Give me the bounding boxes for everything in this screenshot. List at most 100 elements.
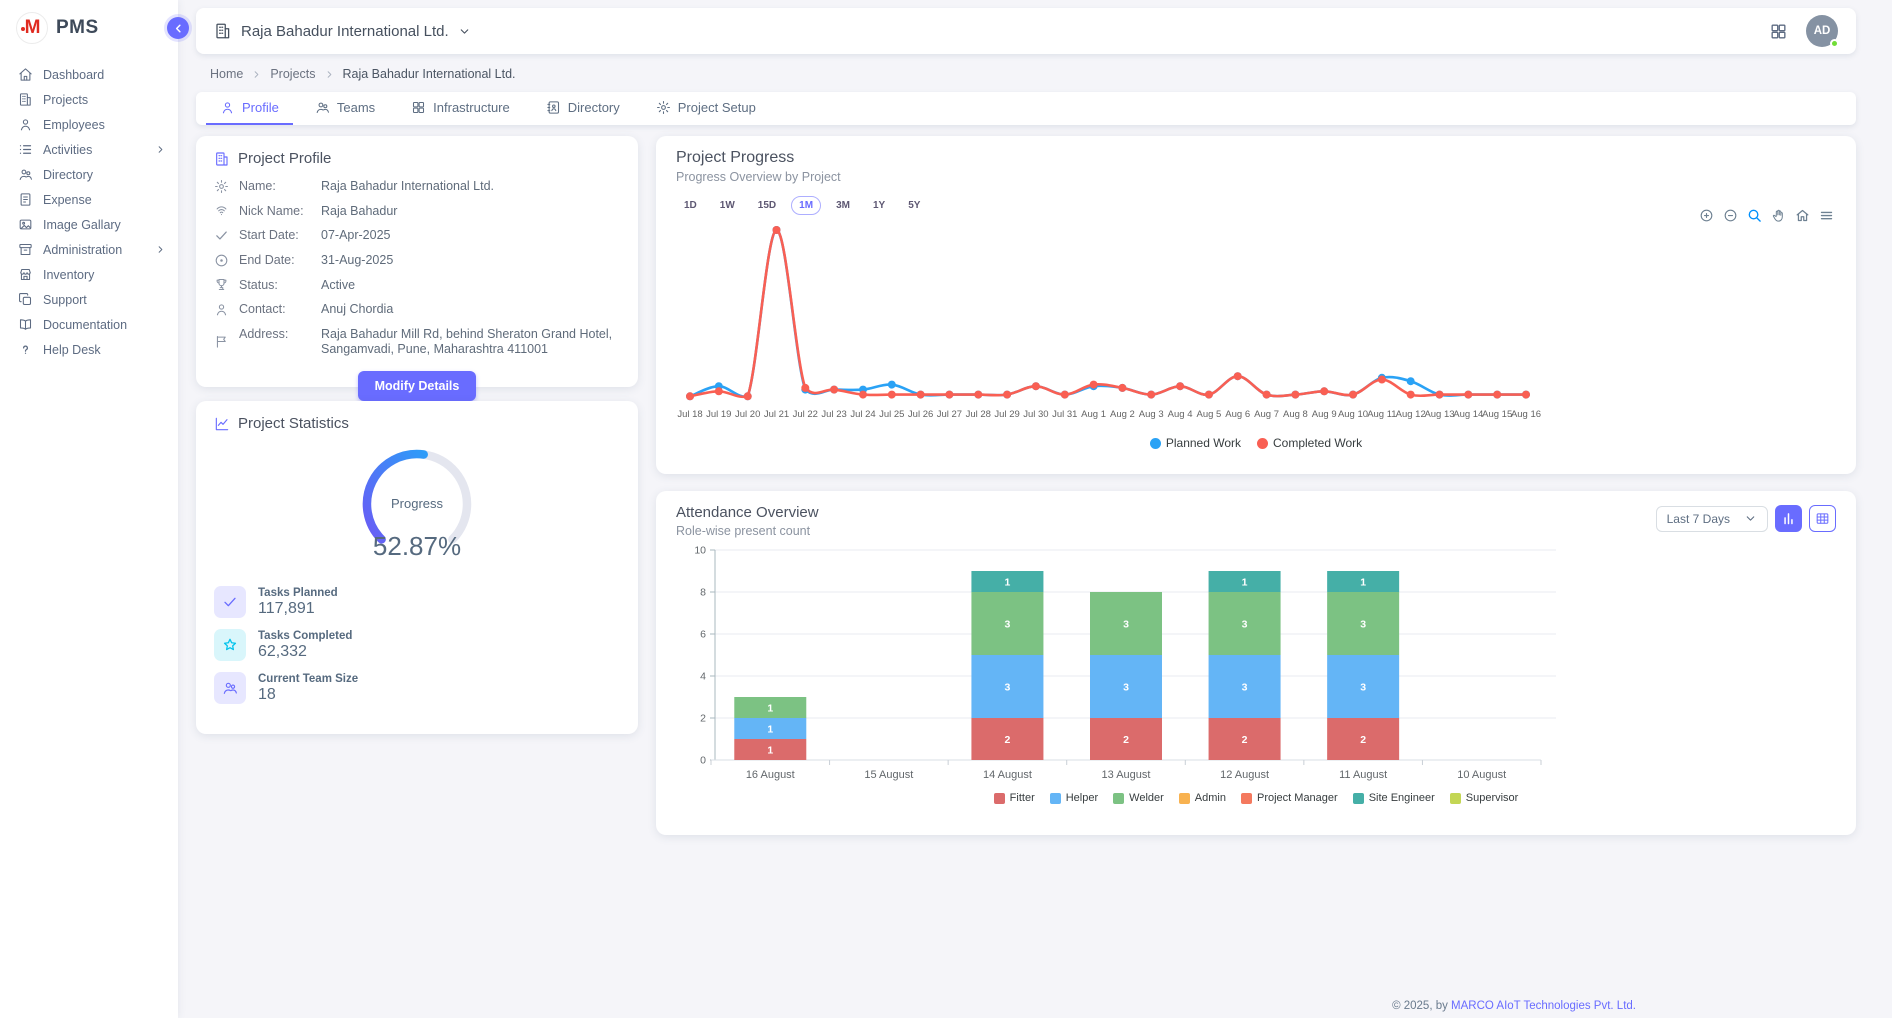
user-avatar[interactable]: AD bbox=[1806, 15, 1838, 47]
receipt-icon bbox=[18, 192, 33, 207]
legend-item-fitter[interactable]: Fitter bbox=[994, 792, 1035, 804]
profile-field-nick-name: Nick Name:Raja Bahadur bbox=[214, 204, 620, 220]
project-statistics-card: Project Statistics Progress 52.87% Tasks… bbox=[196, 401, 638, 734]
field-value: Raja Bahadur bbox=[321, 204, 620, 220]
brand-logo-letter: M bbox=[25, 17, 40, 39]
field-label: Contact: bbox=[239, 302, 311, 318]
modify-details-button[interactable]: Modify Details bbox=[358, 371, 477, 401]
breadcrumb-link-projects[interactable]: Projects bbox=[270, 67, 315, 81]
svg-text:2: 2 bbox=[1360, 734, 1366, 746]
progress-gauge: Progress 52.87% bbox=[342, 442, 492, 562]
bar-chart-legend: Fitter Helper Welder Admin Project Manager Si… bbox=[676, 792, 1836, 804]
legend-item-admin[interactable]: Admin bbox=[1179, 792, 1226, 804]
main-area: Raja Bahadur International Ltd. AD Home P… bbox=[178, 0, 1892, 1018]
date-range-select[interactable]: Last 7 Days bbox=[1656, 506, 1768, 532]
profile-field-name: Name:Raja Bahadur International Ltd. bbox=[214, 179, 620, 195]
people-icon bbox=[18, 167, 33, 182]
tab-teams[interactable]: Teams bbox=[301, 92, 389, 125]
table-view-button[interactable] bbox=[1809, 505, 1836, 532]
sidebar-item-label: Activities bbox=[43, 143, 145, 157]
sidebar-item-support[interactable]: Support bbox=[0, 287, 178, 312]
sidebar-item-dashboard[interactable]: Dashboard bbox=[0, 62, 178, 87]
pan-icon[interactable] bbox=[1771, 208, 1786, 228]
range-button-15d[interactable]: 15D bbox=[750, 196, 784, 215]
range-button-1m[interactable]: 1M bbox=[791, 196, 821, 215]
range-button-1w[interactable]: 1W bbox=[712, 196, 743, 215]
range-button-5y[interactable]: 5Y bbox=[900, 196, 928, 215]
legend-label: Admin bbox=[1195, 792, 1226, 804]
stat-tasks-completed: Tasks Completed62,332 bbox=[214, 629, 620, 661]
sidebar-item-label: Projects bbox=[43, 93, 166, 107]
progress-card-subtitle: Progress Overview by Project bbox=[676, 170, 1836, 184]
legend-marker bbox=[1113, 793, 1124, 804]
tab-project-setup[interactable]: Project Setup bbox=[642, 92, 770, 125]
sidebar-collapse-button[interactable] bbox=[167, 17, 189, 39]
project-progress-card: Project Progress Progress Overview by Pr… bbox=[656, 136, 1856, 474]
sidebar-item-directory[interactable]: Directory bbox=[0, 162, 178, 187]
check-icon bbox=[222, 594, 238, 610]
svg-text:3: 3 bbox=[1123, 619, 1129, 631]
sidebar-item-label: Employees bbox=[43, 118, 166, 132]
tab-directory[interactable]: Directory bbox=[532, 92, 634, 125]
chevron-right-icon bbox=[324, 69, 335, 80]
sidebar-item-administration[interactable]: Administration bbox=[0, 237, 178, 262]
svg-text:Aug 10: Aug 10 bbox=[1338, 409, 1368, 420]
sidebar-item-image-gallary[interactable]: Image Gallary bbox=[0, 212, 178, 237]
zoom-in-icon[interactable] bbox=[1699, 208, 1714, 228]
chevron-right-icon bbox=[155, 244, 166, 255]
legend-label: Completed Work bbox=[1273, 436, 1362, 450]
svg-text:11 August: 11 August bbox=[1339, 769, 1387, 781]
person-icon bbox=[214, 301, 229, 318]
legend-marker bbox=[1241, 793, 1252, 804]
sidebar-item-projects[interactable]: Projects bbox=[0, 87, 178, 112]
legend-item-project-manager[interactable]: Project Manager bbox=[1241, 792, 1338, 804]
attendance-bar-chart[interactable]: 024681011116 August15 August233114 Augus… bbox=[676, 538, 1836, 791]
range-button-3m[interactable]: 3M bbox=[828, 196, 858, 215]
legend-item-helper[interactable]: Helper bbox=[1050, 792, 1098, 804]
footer-company-link[interactable]: MARCO AIoT Technologies Pvt. Ltd. bbox=[1451, 1000, 1636, 1012]
sidebar-item-help-desk[interactable]: Help Desk bbox=[0, 337, 178, 362]
svg-text:15 August: 15 August bbox=[864, 769, 913, 781]
sidebar-item-label: Directory bbox=[43, 168, 166, 182]
legend-item-site-engineer[interactable]: Site Engineer bbox=[1353, 792, 1435, 804]
sidebar-item-label: Support bbox=[43, 293, 166, 307]
chevron-down-icon bbox=[1744, 512, 1757, 525]
company-selector[interactable]: Raja Bahadur International Ltd. bbox=[214, 22, 471, 40]
legend-item-completed-work[interactable]: Completed Work bbox=[1257, 436, 1362, 450]
legend-item-welder[interactable]: Welder bbox=[1113, 792, 1164, 804]
sidebar-item-expense[interactable]: Expense bbox=[0, 187, 178, 212]
svg-text:0: 0 bbox=[700, 755, 706, 767]
bar-view-button[interactable] bbox=[1775, 505, 1802, 532]
sidebar-item-activities[interactable]: Activities bbox=[0, 137, 178, 162]
sidebar-item-inventory[interactable]: Inventory bbox=[0, 262, 178, 287]
legend-item-supervisor[interactable]: Supervisor bbox=[1450, 792, 1519, 804]
legend-label: Supervisor bbox=[1466, 792, 1519, 804]
brand[interactable]: M PMS bbox=[0, 0, 178, 54]
tab-profile[interactable]: Profile bbox=[206, 92, 293, 125]
people-icon bbox=[222, 680, 238, 696]
tab-infrastructure[interactable]: Infrastructure bbox=[397, 92, 524, 125]
selection-zoom-icon[interactable] bbox=[1747, 208, 1762, 228]
svg-text:4: 4 bbox=[700, 671, 706, 683]
sidebar-item-employees[interactable]: Employees bbox=[0, 112, 178, 137]
store-icon bbox=[18, 267, 33, 282]
range-button-1d[interactable]: 1D bbox=[676, 196, 705, 215]
menu-icon[interactable] bbox=[1819, 208, 1834, 228]
progress-line-chart[interactable]: Jul 18Jul 19Jul 20Jul 21Jul 22Jul 23Jul … bbox=[676, 215, 1836, 434]
breadcrumb-link-home[interactable]: Home bbox=[210, 67, 243, 81]
trophy-icon bbox=[214, 277, 229, 294]
range-buttons: 1D 1W 15D 1M 3M 1Y 5Y bbox=[676, 196, 1836, 215]
sidebar-item-documentation[interactable]: Documentation bbox=[0, 312, 178, 337]
sidebar-item-label: Help Desk bbox=[43, 343, 166, 357]
copy-icon bbox=[18, 292, 33, 307]
sidebar-item-label: Expense bbox=[43, 193, 166, 207]
stats-card-title: Project Statistics bbox=[238, 415, 349, 432]
legend-item-planned-work[interactable]: Planned Work bbox=[1150, 436, 1241, 450]
range-button-1y[interactable]: 1Y bbox=[865, 196, 893, 215]
reset-home-icon[interactable] bbox=[1795, 208, 1810, 228]
svg-text:Jul 29: Jul 29 bbox=[994, 409, 1019, 420]
svg-text:Jul 23: Jul 23 bbox=[821, 409, 846, 420]
legend-marker bbox=[1353, 793, 1364, 804]
apps-grid-icon[interactable] bbox=[1769, 22, 1788, 41]
zoom-out-icon[interactable] bbox=[1723, 208, 1738, 228]
